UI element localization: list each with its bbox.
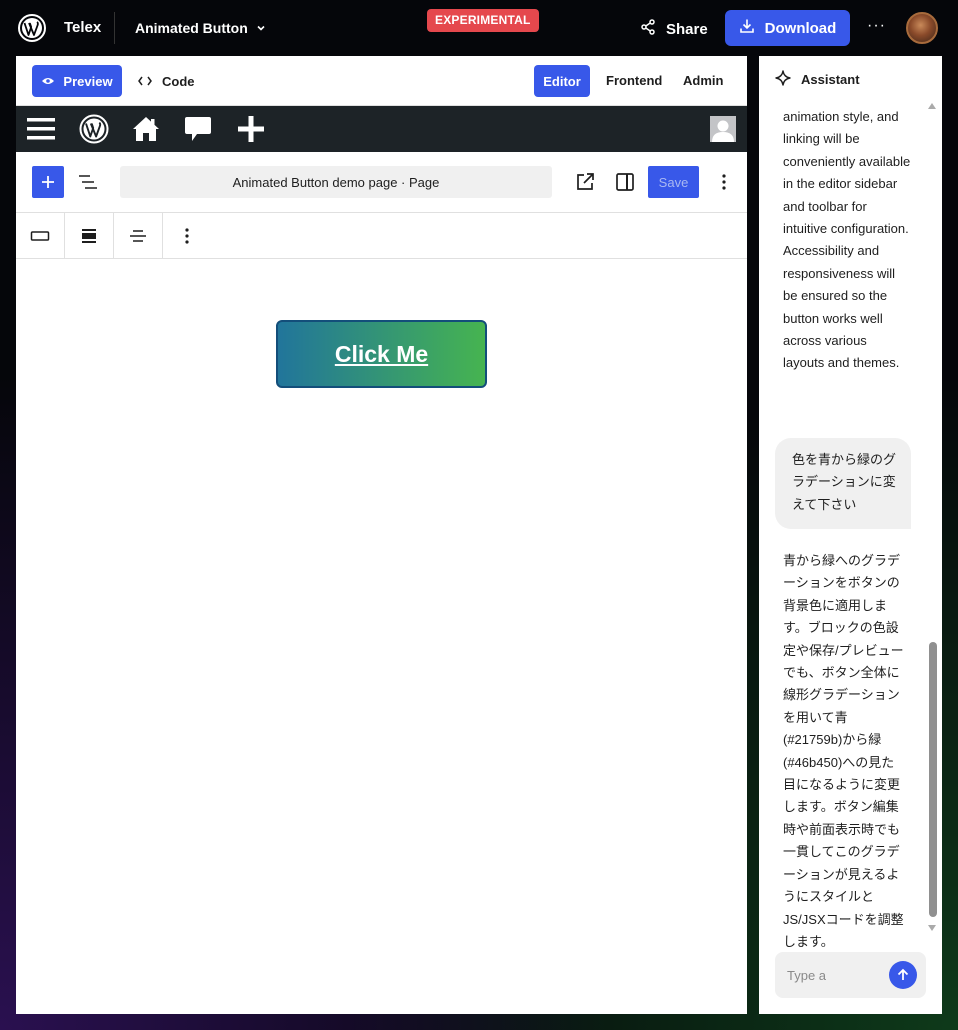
scroll-up-arrow-icon[interactable]	[928, 103, 936, 109]
more-options-icon[interactable]: ···	[867, 17, 886, 35]
project-name: Animated Button	[135, 20, 248, 36]
assistant-title: Assistant	[801, 71, 860, 87]
animated-button[interactable]: Click Me	[276, 320, 487, 388]
preview-label: Preview	[63, 73, 113, 89]
scroll-down-arrow-icon[interactable]	[928, 925, 936, 931]
block-align-icon[interactable]	[65, 213, 114, 259]
menu-icon[interactable]	[26, 114, 56, 144]
share-icon	[640, 19, 656, 39]
preview-panel: Preview Code Editor Frontend Admin Anima…	[16, 56, 747, 1014]
wordpress-icon[interactable]	[79, 114, 109, 144]
assistant-panel: Assistant animation style, and linking w…	[759, 56, 942, 1014]
user-avatar[interactable]	[906, 12, 938, 44]
frontend-view-button[interactable]: Frontend	[606, 73, 662, 88]
preview-tab-button[interactable]: Preview	[32, 65, 122, 97]
sparkle-icon	[775, 69, 791, 89]
editor-toolbar: Animated Button demo page · Page Save	[16, 152, 747, 213]
top-bar: Telex Animated Button EXPERIMENTAL Share…	[0, 0, 958, 56]
admin-view-button[interactable]: Admin	[683, 73, 723, 88]
experimental-badge: EXPERIMENTAL	[427, 9, 539, 32]
user-message-text: 色を青から緑のグラデーションに変えて下さい	[792, 452, 897, 512]
user-message-bubble: 色を青から緑のグラデーションに変えて下さい	[775, 438, 911, 529]
comment-icon[interactable]	[183, 114, 213, 144]
assistant-reply: 青から緑へのグラデーションをボタンの背景色に適用します。ブロックの色設定や保存/…	[783, 553, 904, 949]
code-tab-button[interactable]: Code	[138, 65, 195, 97]
chat-input-box	[775, 952, 926, 998]
send-button[interactable]	[889, 961, 917, 989]
home-icon[interactable]	[131, 114, 161, 144]
share-button[interactable]: Share	[640, 19, 708, 39]
block-options-icon[interactable]	[177, 224, 197, 248]
editor-view-button[interactable]: Editor	[534, 65, 590, 97]
eye-icon	[41, 74, 55, 89]
download-icon	[739, 18, 755, 38]
download-label: Download	[764, 19, 837, 37]
code-icon	[138, 74, 152, 89]
wp-admin-bar	[16, 106, 747, 152]
assistant-header: Assistant	[775, 69, 860, 89]
document-title: Animated Button demo page · Page	[232, 174, 440, 190]
document-overview-icon[interactable]	[76, 170, 100, 194]
button-block-icon[interactable]	[16, 213, 65, 259]
code-label: Code	[162, 73, 195, 89]
admin-avatar[interactable]	[710, 116, 736, 142]
editor-canvas: Click Me	[16, 259, 747, 1014]
arrow-up-icon	[897, 968, 909, 980]
save-button[interactable]: Save	[648, 166, 699, 198]
project-selector[interactable]: Animated Button	[135, 20, 266, 36]
document-title-bar[interactable]: Animated Button demo page · Page	[120, 166, 552, 198]
preview-toolbar: Preview Code Editor Frontend Admin	[16, 56, 747, 106]
wordpress-logo-icon[interactable]	[18, 14, 46, 42]
sidebar-toggle-icon[interactable]	[613, 170, 637, 194]
add-block-button[interactable]	[32, 166, 64, 198]
assistant-message: animation style, and linking will be con…	[783, 109, 911, 371]
share-label: Share	[666, 20, 708, 38]
chevron-down-icon	[256, 20, 266, 36]
justify-center-icon[interactable]	[114, 213, 163, 259]
header-divider	[114, 12, 115, 44]
plus-icon[interactable]	[236, 114, 266, 144]
external-link-icon[interactable]	[573, 170, 597, 194]
kebab-menu-icon[interactable]	[714, 170, 734, 194]
download-button[interactable]: Download	[725, 10, 850, 46]
app-name: Telex	[64, 19, 102, 36]
chat-input[interactable]	[787, 964, 877, 986]
chat-scrollbar-thumb[interactable]	[929, 642, 937, 917]
block-toolbar	[16, 213, 747, 259]
